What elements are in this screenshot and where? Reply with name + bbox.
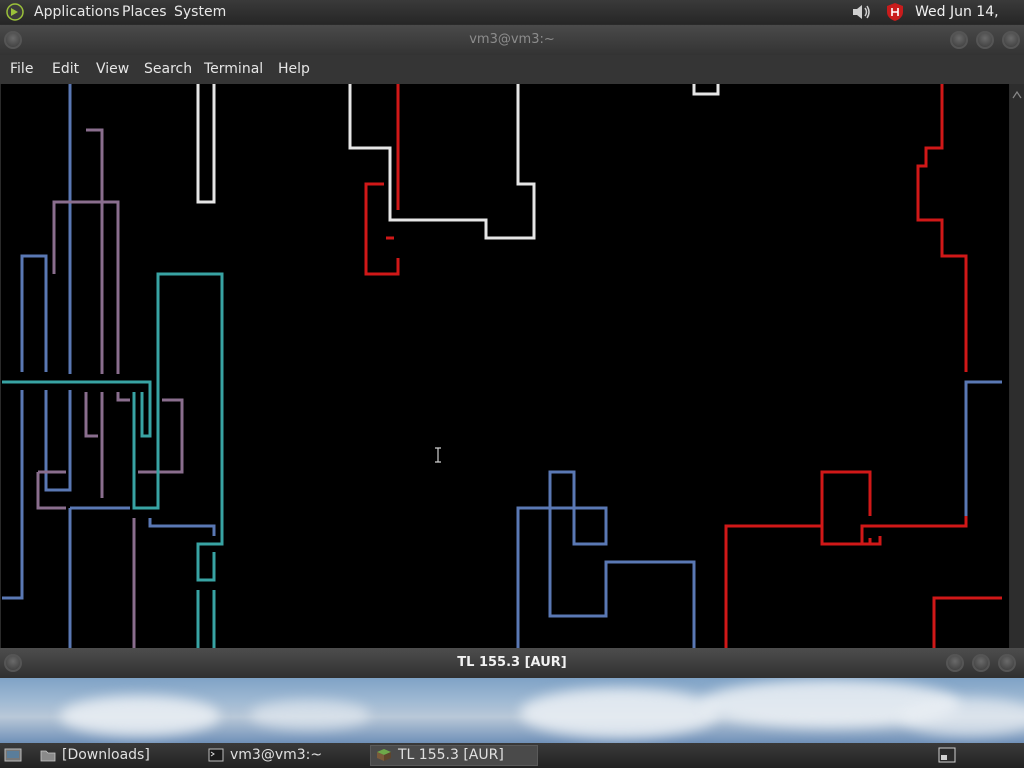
purple-pipes	[36, 128, 184, 648]
clock[interactable]: Wed Jun 14, 05:51	[915, 0, 1024, 44]
places-menu[interactable]: Places	[122, 0, 167, 24]
top-panel: Applications Places System Wed Jun 14, 0…	[0, 0, 1024, 44]
menu-help[interactable]: Help	[278, 55, 310, 84]
workspace-switcher-icon[interactable]	[938, 747, 956, 763]
cube-icon	[377, 749, 391, 761]
applications-menu[interactable]: Applications	[34, 0, 120, 24]
close-button[interactable]	[998, 654, 1016, 672]
second-window-title: TL 155.3 [AUR]	[457, 655, 567, 670]
taskbar-item-downloads[interactable]: [Downloads]	[34, 745, 200, 766]
close-button[interactable]	[1002, 31, 1020, 49]
distro-logo-icon[interactable]	[6, 3, 24, 21]
taskbar-item-label: vm3@vm3:~	[230, 747, 323, 763]
menu-file[interactable]: File	[10, 55, 33, 84]
folder-icon	[40, 750, 56, 762]
terminal-scrollbar[interactable]	[1010, 84, 1024, 648]
bottom-taskbar: [Downloads] vm3@vm3:~ TL 155.3 [AUR]	[0, 743, 1024, 768]
menu-search[interactable]: Search	[144, 55, 192, 84]
pipes-screensaver	[2, 84, 1002, 648]
white-pipes	[196, 84, 720, 240]
blue-pipes	[2, 84, 1002, 648]
terminal-menubar: File Edit View Search Terminal Help	[0, 55, 1024, 84]
menu-edit[interactable]: Edit	[52, 55, 79, 84]
show-desktop-icon[interactable]	[4, 747, 22, 763]
taskbar-item-label: TL 155.3 [AUR]	[398, 747, 504, 763]
maximize-button[interactable]	[976, 31, 994, 49]
scroll-up-icon[interactable]	[1012, 90, 1022, 100]
volume-icon[interactable]	[850, 2, 874, 22]
game-viewport-sky[interactable]	[0, 678, 1024, 743]
shield-icon[interactable]	[884, 2, 906, 22]
taskbar-item-game[interactable]: TL 155.3 [AUR]	[370, 745, 538, 766]
window-title: vm3@vm3:~	[469, 32, 555, 47]
taskbar-item-terminal[interactable]: vm3@vm3:~	[202, 745, 368, 766]
text-cursor-icon	[435, 447, 441, 463]
terminal-output[interactable]	[1, 84, 1009, 648]
terminal-icon	[208, 748, 224, 762]
system-menu[interactable]: System	[174, 0, 226, 24]
maximize-button[interactable]	[972, 654, 990, 672]
menu-terminal[interactable]: Terminal	[204, 55, 263, 84]
minimize-button[interactable]	[950, 31, 968, 49]
minimize-button[interactable]	[946, 654, 964, 672]
second-window-titlebar[interactable]: TL 155.3 [AUR]	[0, 648, 1024, 678]
teal-pipes	[2, 272, 224, 648]
menu-view[interactable]: View	[96, 55, 129, 84]
terminal-titlebar[interactable]: vm3@vm3:~	[0, 25, 1024, 55]
taskbar-item-label: [Downloads]	[62, 747, 150, 763]
